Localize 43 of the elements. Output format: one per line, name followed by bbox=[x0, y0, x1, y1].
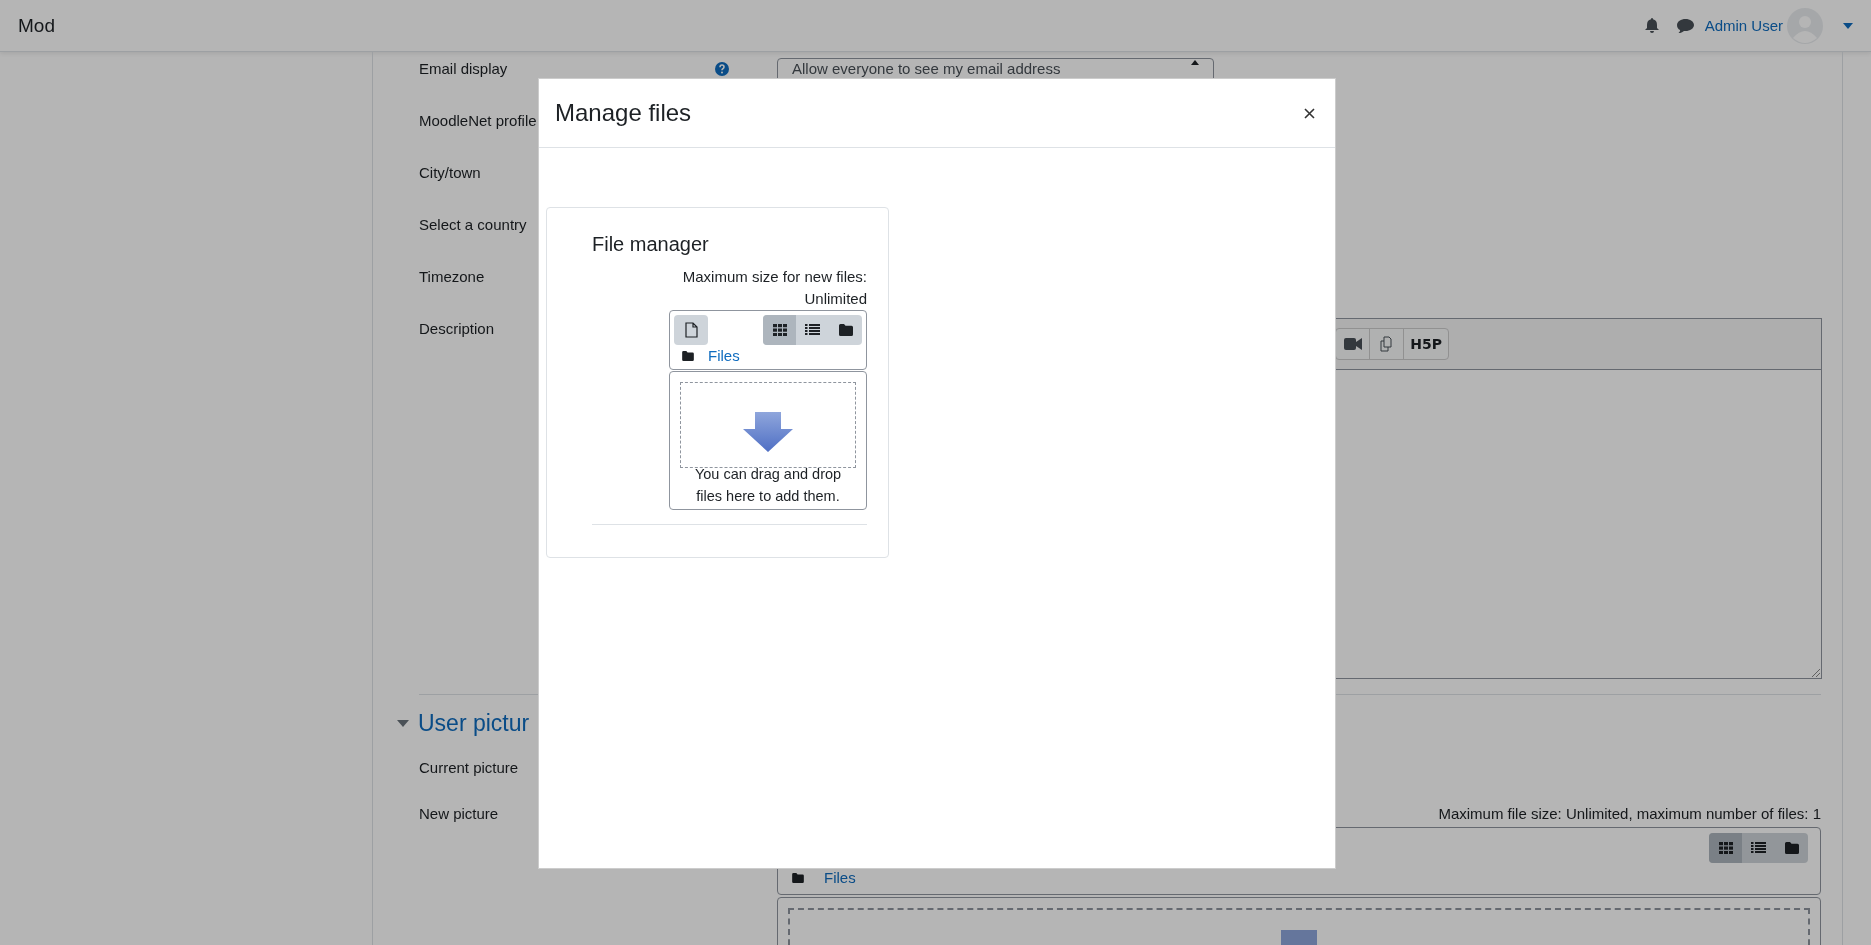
field-label: Email display bbox=[419, 59, 508, 79]
drop-hint-text: You can drag and drop files here to add them. bbox=[693, 465, 843, 506]
max-size-label: Maximum size for new files: bbox=[682, 267, 867, 287]
copy-icon bbox=[1378, 336, 1395, 352]
dialog-title: Manage files bbox=[555, 99, 692, 127]
field-label: MoodleNet profile bbox=[419, 111, 537, 131]
files-link[interactable]: Files bbox=[824, 869, 856, 886]
site-name[interactable]: Mod bbox=[18, 14, 55, 37]
folder-icon bbox=[1784, 842, 1799, 854]
grid-icon bbox=[1718, 842, 1733, 854]
section-heading[interactable]: User pictur bbox=[418, 710, 530, 737]
field-label: Select a country bbox=[419, 215, 527, 235]
list-icon bbox=[805, 324, 820, 336]
file-limits-text: Maximum file size: Unlimited, maximum number of files: 1 bbox=[1437, 804, 1821, 824]
field-label: City/town bbox=[419, 163, 481, 183]
view-button[interactable] bbox=[763, 315, 796, 345]
file-icon bbox=[684, 322, 698, 338]
list-icon bbox=[1751, 842, 1766, 854]
caret-icon bbox=[1191, 60, 1199, 65]
folder-icon bbox=[792, 872, 804, 883]
folder-icon bbox=[682, 350, 694, 361]
view-button[interactable] bbox=[1709, 833, 1742, 863]
field-label: Current picture bbox=[419, 758, 519, 778]
field-label: Description bbox=[419, 319, 495, 339]
field-label: New picture bbox=[419, 804, 499, 824]
caret-icon[interactable] bbox=[1843, 22, 1853, 29]
close-icon bbox=[1304, 107, 1315, 119]
down-arrow-icon bbox=[743, 412, 793, 452]
collapse-caret-icon[interactable] bbox=[397, 720, 409, 727]
field-label: Timezone bbox=[419, 267, 485, 287]
add-file-button[interactable] bbox=[674, 315, 708, 345]
help-icon[interactable] bbox=[715, 62, 729, 76]
resize-grip-icon bbox=[1810, 667, 1820, 677]
chat-icon[interactable] bbox=[1676, 18, 1694, 33]
bell-icon[interactable] bbox=[1644, 18, 1659, 33]
video-camera-icon bbox=[1343, 338, 1362, 350]
panel-title: File manager bbox=[592, 232, 710, 256]
files-link[interactable]: Files bbox=[708, 347, 740, 364]
grid-icon bbox=[772, 324, 787, 336]
drop-zone[interactable]: You can drag and drop files here to add them. bbox=[669, 371, 867, 510]
folder-icon bbox=[838, 324, 853, 336]
user-name[interactable]: Admin User bbox=[1704, 17, 1783, 34]
max-size-value: Unlimited bbox=[804, 288, 867, 309]
